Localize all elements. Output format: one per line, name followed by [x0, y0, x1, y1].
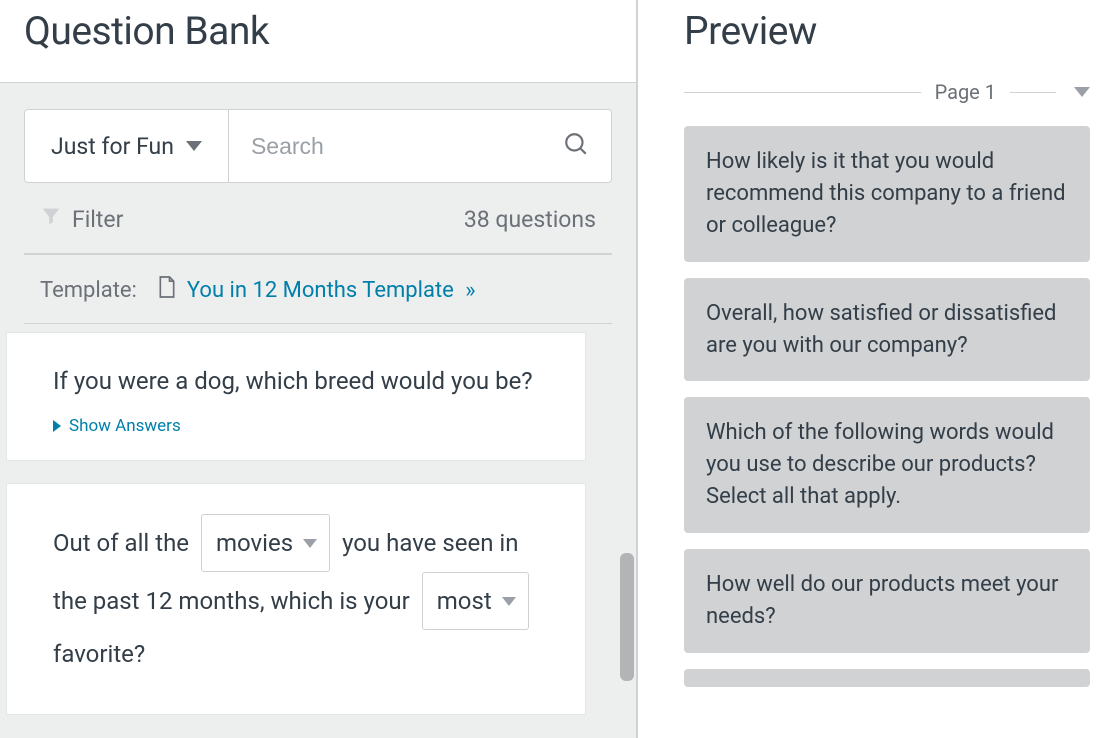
question-card[interactable]: If you were a dog, which breed would you…: [6, 332, 586, 461]
filter-icon: [40, 205, 62, 233]
question-bank-panel: Question Bank Just for Fun: [0, 0, 638, 738]
preview-question[interactable]: [684, 669, 1090, 687]
template-link-text: You in 12 Months Template: [187, 278, 454, 303]
caret-right-icon: [53, 420, 61, 432]
show-answers-label: Show Answers: [69, 416, 181, 436]
preview-question[interactable]: Overall, how satisfied or dissatisfied a…: [684, 278, 1090, 382]
filter-label: Filter: [72, 206, 123, 233]
scrollbar-thumb[interactable]: [620, 553, 634, 681]
preview-question[interactable]: How likely is it that you would recommen…: [684, 126, 1090, 262]
question-text: Out of all the movies you have seen in t…: [53, 514, 539, 678]
template-link[interactable]: You in 12 Months Template »: [157, 275, 472, 305]
question-card[interactable]: Out of all the movies you have seen in t…: [6, 483, 586, 715]
question-bank-toolbar: Just for Fun Filter 38 questio: [0, 82, 636, 324]
preview-question[interactable]: Which of the following words would you u…: [684, 397, 1090, 533]
search-input[interactable]: [251, 133, 563, 160]
show-answers-toggle[interactable]: Show Answers: [53, 416, 539, 436]
category-dropdown-label: Just for Fun: [51, 133, 174, 160]
template-label: Template:: [40, 278, 137, 303]
page-divider: Page 1: [684, 80, 1090, 104]
question-text: If you were a dog, which breed would you…: [53, 363, 539, 400]
filter-button[interactable]: Filter: [40, 205, 123, 233]
category-dropdown[interactable]: Just for Fun: [25, 110, 229, 182]
chevron-down-icon: [502, 597, 516, 606]
collapse-page-toggle[interactable]: [1074, 87, 1090, 97]
inline-select-movies[interactable]: movies: [201, 514, 330, 572]
page-label: Page 1: [935, 80, 996, 104]
chevron-down-icon: [303, 539, 317, 548]
question-list: If you were a dog, which breed would you…: [0, 324, 636, 738]
inline-select-most[interactable]: most: [422, 572, 529, 630]
chevron-down-icon: [186, 141, 202, 151]
question-bank-title: Question Bank: [24, 8, 612, 54]
question-count: 38 questions: [464, 206, 596, 233]
preview-list: How likely is it that you would recommen…: [684, 126, 1090, 687]
search-icon[interactable]: [563, 131, 589, 161]
preview-panel: Preview Page 1 How likely is it that you…: [638, 0, 1116, 738]
chevron-right-double-icon: »: [464, 278, 472, 303]
preview-title: Preview: [684, 8, 1090, 54]
page-icon: [157, 275, 177, 305]
preview-question[interactable]: How well do our products meet your needs…: [684, 549, 1090, 653]
